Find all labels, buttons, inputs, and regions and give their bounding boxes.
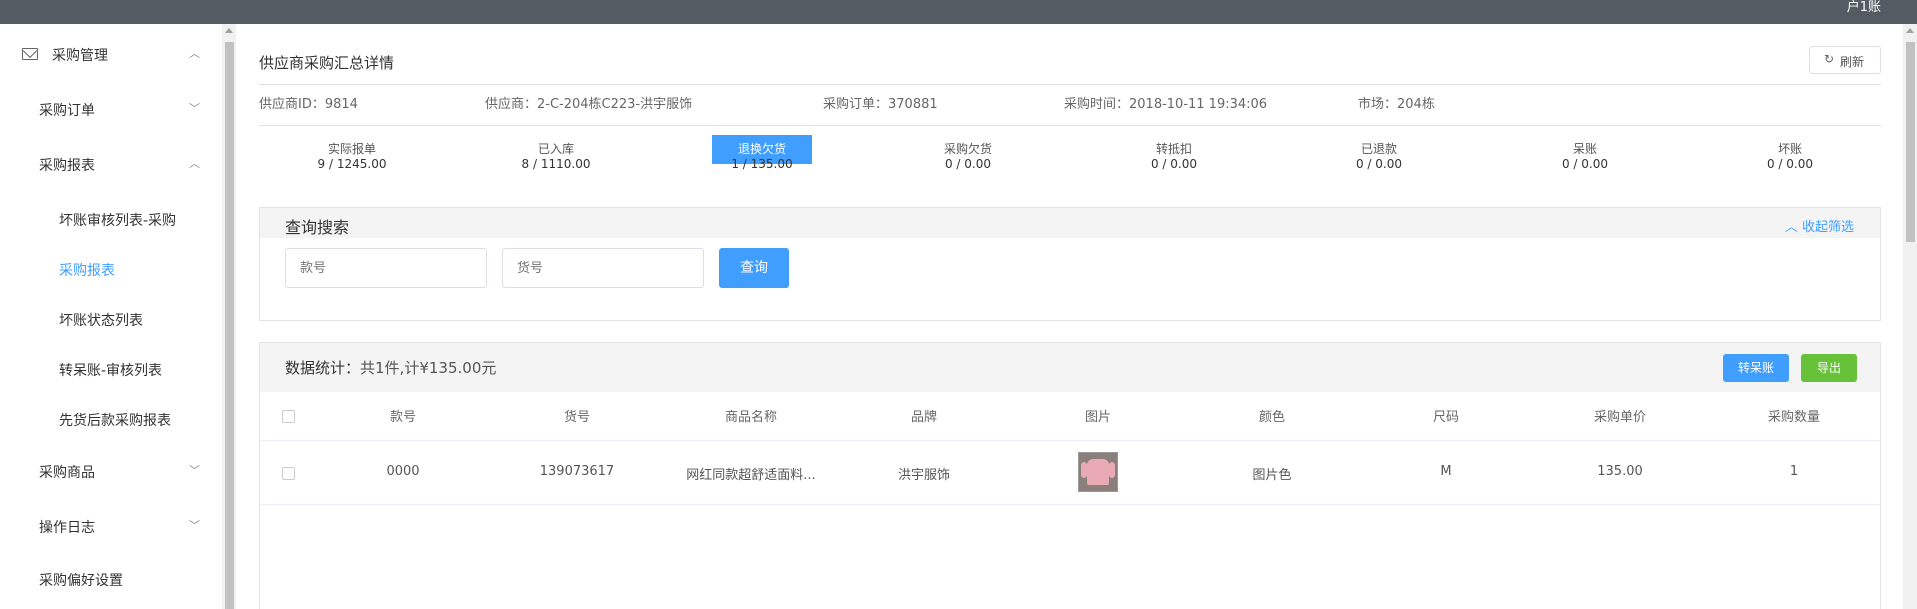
data-header: 数据统计：共1件,计¥135.00元 转呆账 导出	[260, 343, 1880, 392]
data-summary: 共1件,计¥135.00元	[360, 359, 497, 377]
refresh-icon: ↻	[1824, 52, 1835, 66]
stat-value: 0 / 0.00	[1766, 157, 1814, 171]
sidebar-scrollbar[interactable]	[222, 24, 236, 609]
stat-purchase-owed[interactable]: 采购欠货 0 / 0.00	[918, 135, 1018, 171]
order-number: 采购订单：370881	[823, 97, 938, 112]
user-menu[interactable]: 户1账	[1847, 0, 1881, 15]
cell-unit-price: 135.00	[1597, 464, 1643, 479]
sidebar-item-label: 采购订单	[39, 103, 95, 119]
column-header: 尺码	[1432, 410, 1459, 425]
sidebar-item-label: 采购管理	[52, 48, 108, 64]
row-checkbox[interactable]	[282, 467, 295, 480]
search-panel: 查询搜索 ︿ 收起筛选 查询	[259, 207, 1881, 321]
column-header: 款号	[389, 410, 416, 425]
scrollbar-thumb[interactable]	[1906, 42, 1915, 242]
data-title: 数据统计：共1件,计¥135.00元	[285, 357, 496, 378]
column-header: 图片	[1084, 410, 1111, 425]
row-divider	[260, 504, 1880, 505]
shirt-image	[1081, 459, 1115, 485]
column-header: 采购数量	[1767, 410, 1820, 425]
column-header: 商品名称	[724, 410, 777, 425]
sidebar-item-label: 转呆账-审核列表	[59, 363, 163, 379]
style-number-input[interactable]	[285, 248, 487, 288]
cell-style-number: 0000	[386, 464, 420, 479]
data-panel: 数据统计：共1件,计¥135.00元 转呆账 导出 款号 货号 商品名称 品牌 …	[259, 342, 1881, 609]
column-header: 采购单价	[1593, 410, 1646, 425]
stat-return-owed[interactable]: 退换欠货 1 / 135.00	[712, 135, 812, 171]
sidebar: 采购管理 ︿ 采购订单 ﹀ 采购报表 ︿ 坏账审核列表-采购 采购报表 坏账状态…	[0, 24, 222, 609]
scroll-up-arrow-icon[interactable]	[225, 28, 233, 33]
chevron-up-icon: ︿	[189, 47, 200, 60]
refresh-label: 刷新	[1840, 55, 1865, 69]
stat-value: 8 / 1110.00	[521, 157, 591, 171]
column-header: 颜色	[1258, 410, 1285, 425]
export-button[interactable]: 导出	[1801, 354, 1857, 382]
column-header: 货号	[563, 410, 590, 425]
sidebar-item-label: 采购商品	[39, 465, 95, 481]
divider	[259, 84, 1881, 85]
row-divider	[260, 440, 1880, 441]
data-title-label: 数据统计：	[285, 359, 361, 377]
divider	[259, 125, 1881, 126]
chevron-down-icon: ﹀	[189, 464, 200, 477]
stat-bad-debt[interactable]: 坏账 0 / 0.00	[1740, 135, 1840, 171]
cell-product-name[interactable]: 网红同款超舒适面料...	[676, 464, 826, 483]
top-bar: 户1账	[0, 0, 1917, 24]
stat-actual-orders[interactable]: 实际报单 9 / 1245.00	[302, 135, 402, 171]
purchase-time: 采购时间：2018-10-11 19:34:06	[1064, 97, 1268, 112]
sidebar-item-label: 操作日志	[39, 520, 95, 536]
query-button[interactable]: 查询	[719, 248, 789, 288]
stat-value: 0 / 0.00	[1561, 157, 1609, 171]
product-thumbnail[interactable]	[1078, 452, 1118, 492]
stat-value: 1 / 135.00	[731, 157, 793, 171]
cell-color: 图片色	[1252, 468, 1292, 483]
sidebar-item-label: 坏账状态列表	[59, 313, 143, 329]
stat-value: 0 / 0.00	[1150, 157, 1198, 171]
sidebar-item-label: 采购报表	[39, 158, 95, 174]
market: 市场：204栋	[1358, 97, 1435, 112]
stat-refunded[interactable]: 已退款 0 / 0.00	[1329, 135, 1429, 171]
sidebar-item-label: 坏账审核列表-采购	[59, 213, 177, 229]
collapse-filter-link[interactable]: ︿ 收起筛选	[1785, 216, 1854, 235]
stat-value: 0 / 0.00	[944, 157, 992, 171]
cell-quantity: 1	[1789, 464, 1799, 479]
search-title: 查询搜索	[285, 218, 350, 237]
sidebar-item-label: 先货后款采购报表	[59, 413, 171, 429]
cell-sku: 139073617	[539, 464, 615, 479]
supplier-id: 供应商ID：9814	[259, 97, 358, 112]
chevron-up-icon: ︿	[189, 157, 200, 170]
chevron-down-icon: ﹀	[189, 102, 200, 115]
sidebar-item-label: 采购报表	[59, 263, 115, 279]
page-title: 供应商采购汇总详情	[259, 54, 395, 72]
stat-value: 9 / 1245.00	[317, 157, 387, 171]
transfer-dead-debt-button[interactable]: 转呆账	[1723, 354, 1789, 382]
scroll-up-arrow-icon[interactable]	[1906, 28, 1914, 33]
stat-stocked[interactable]: 已入库 8 / 1110.00	[506, 135, 606, 171]
stat-value: 0 / 0.00	[1355, 157, 1403, 171]
search-header: 查询搜索 ︿ 收起筛选	[260, 208, 1880, 238]
select-all-checkbox[interactable]	[282, 410, 295, 423]
sidebar-item-label: 采购偏好设置	[39, 573, 123, 589]
sku-input[interactable]	[502, 248, 704, 288]
cell-brand: 洪宇服饰	[897, 468, 950, 483]
stat-dead-debt[interactable]: 呆账 0 / 0.00	[1535, 135, 1635, 171]
stat-deduction[interactable]: 转抵扣 0 / 0.00	[1124, 135, 1224, 171]
mail-icon	[22, 48, 38, 60]
scrollbar-thumb[interactable]	[225, 42, 234, 609]
main-scrollbar[interactable]	[1903, 24, 1917, 609]
column-header: 品牌	[910, 410, 937, 425]
supplier-name: 供应商：2-C-204栋C223-洪宇服饰	[485, 97, 693, 112]
refresh-button[interactable]: ↻ 刷新	[1809, 46, 1881, 74]
cell-size: M	[1440, 464, 1452, 479]
chevron-down-icon: ﹀	[189, 519, 200, 532]
